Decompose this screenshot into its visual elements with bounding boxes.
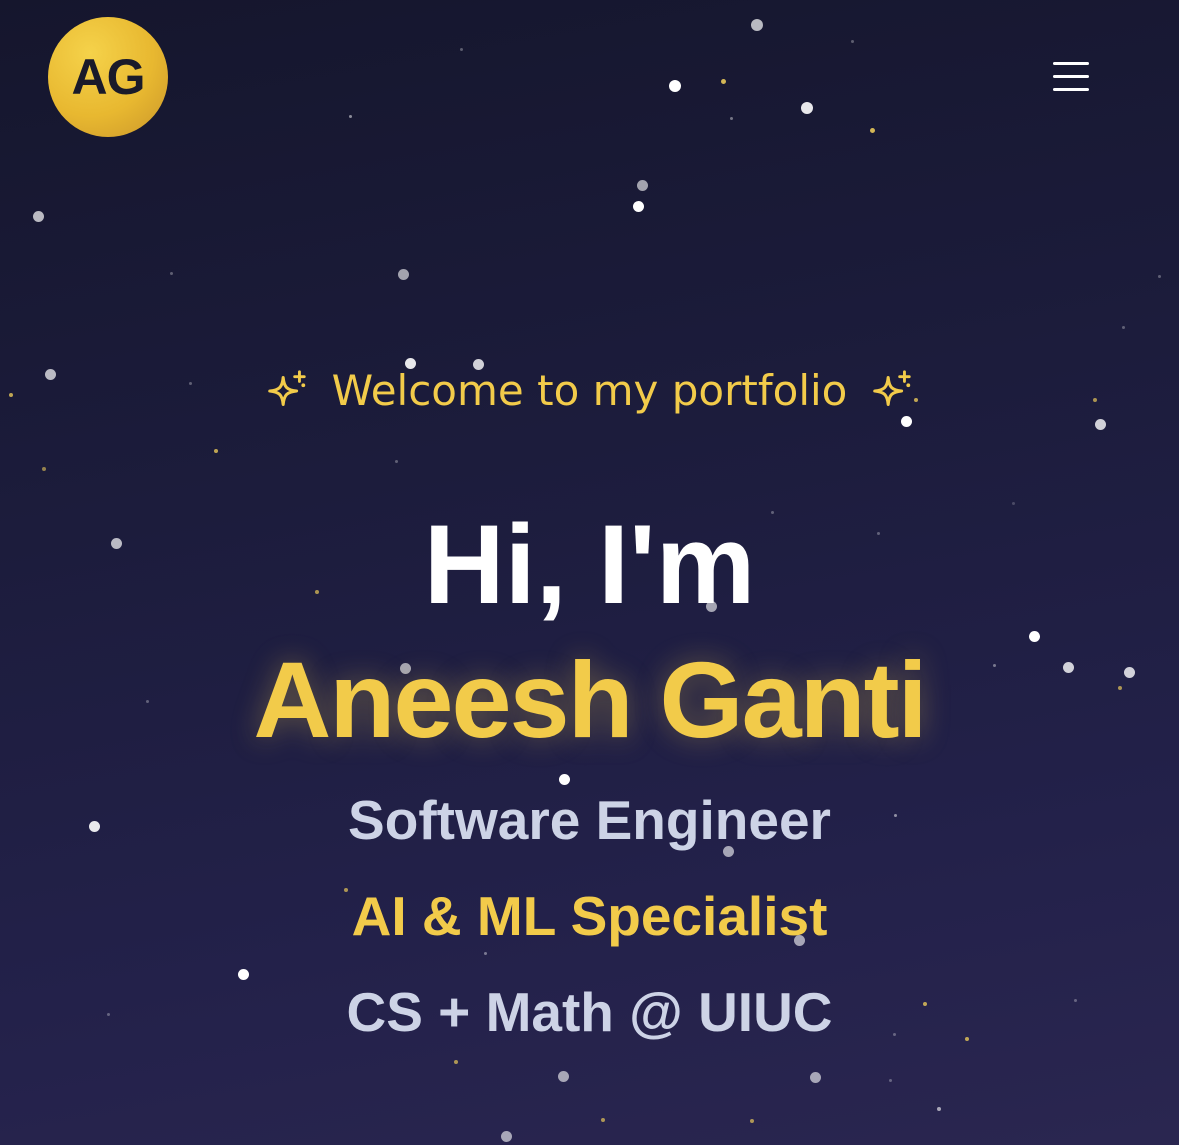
star-dot	[751, 19, 763, 31]
star-dot	[214, 449, 218, 453]
star-dot	[237, 968, 249, 980]
star-dot	[557, 1070, 569, 1082]
menu-line-icon	[1053, 88, 1089, 91]
sparkle-icon	[873, 369, 912, 406]
star-dot	[601, 1118, 605, 1122]
star-dot	[397, 268, 409, 280]
star-dot	[454, 1060, 458, 1064]
star-dot	[750, 1119, 754, 1123]
star-dot	[632, 200, 644, 212]
logo-avatar[interactable]: AG	[48, 17, 168, 137]
star-dot	[169, 271, 173, 275]
star-dot	[1157, 274, 1161, 278]
star-dot	[558, 773, 570, 785]
role-education: CS + Math @ UIUC	[346, 981, 833, 1043]
menu-line-icon	[1053, 62, 1089, 65]
star-dot	[801, 102, 813, 114]
star-dot	[729, 116, 733, 120]
hamburger-menu-button[interactable]	[1046, 56, 1096, 98]
star-dot	[32, 210, 44, 222]
greeting-heading: Hi, I'm	[423, 502, 756, 627]
star-dot	[394, 459, 398, 463]
star-dot	[500, 1130, 512, 1142]
star-dot	[888, 1078, 892, 1082]
sparkle-icon	[267, 369, 306, 406]
star-dot	[483, 951, 487, 955]
logo-text: AG	[71, 49, 146, 105]
star-dot	[1121, 325, 1125, 329]
star-dot	[42, 467, 46, 471]
welcome-text: Welcome to my portfolio	[331, 366, 848, 415]
star-dot	[1094, 418, 1106, 430]
star-dot	[937, 1107, 941, 1111]
star-dot	[636, 179, 648, 191]
name-heading: Aneesh Ganti	[253, 639, 927, 760]
star-dot	[720, 78, 726, 84]
star-dot	[850, 39, 854, 43]
welcome-banner: Welcome to my portfolio	[0, 366, 1179, 415]
star-dot	[348, 114, 352, 118]
star-dot	[459, 47, 463, 51]
star-dot	[869, 127, 875, 133]
role-software-engineer: Software Engineer	[348, 789, 831, 851]
star-dot	[669, 80, 681, 92]
menu-line-icon	[1053, 75, 1089, 78]
role-ai-ml-specialist: AI & ML Specialist	[351, 885, 828, 947]
star-dot	[809, 1071, 821, 1083]
star-dot	[900, 415, 912, 427]
